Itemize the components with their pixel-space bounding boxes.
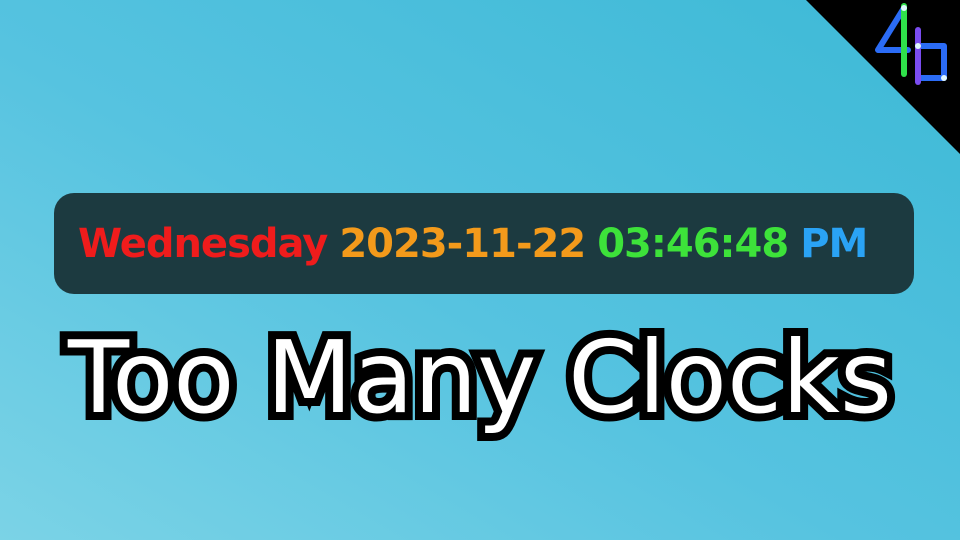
clock-display: Wednesday 2023-11-22 03:46:48 PM [54, 193, 914, 294]
clock-day: Wednesday [78, 220, 328, 267]
logo-4b-icon [806, 0, 960, 154]
corner-logo-badge [806, 0, 960, 154]
clock-ampm: PM [800, 220, 868, 267]
clock-date: 2023-11-22 [339, 220, 586, 267]
clock-time: 03:46:48 [597, 220, 789, 267]
page-title: Too Many Clocks [60, 311, 900, 444]
